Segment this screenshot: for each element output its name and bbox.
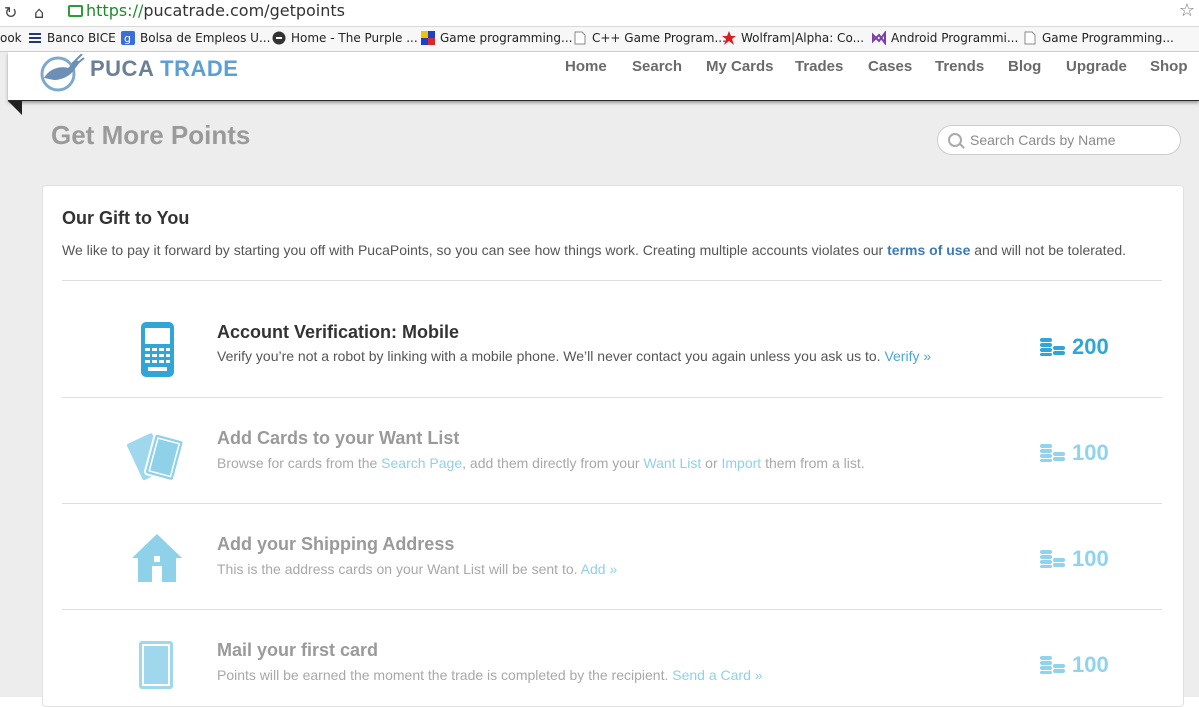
bookmark-item[interactable]: ook [0, 31, 22, 45]
bookmark-item[interactable]: Game Programming... [1023, 31, 1174, 45]
row-description: Points will be earned the moment the tra… [217, 667, 763, 683]
coins-icon [1040, 444, 1065, 462]
divider [62, 397, 1162, 398]
bookmark-item[interactable]: Home - The Purple ... [272, 31, 418, 45]
row-description: This is the address cards on your Want L… [217, 561, 618, 577]
cards-icon [125, 431, 185, 483]
row-description: Browse for cards from the Search Page, a… [217, 455, 865, 471]
nav-search[interactable]: Search [632, 58, 682, 75]
nav-cases[interactable]: Cases [868, 58, 912, 75]
row-title: Account Verification: Mobile [217, 322, 460, 342]
bookmark-item[interactable]: Banco BICE [28, 31, 116, 45]
page-title: Get More Points [51, 120, 251, 150]
nav-my-cards[interactable]: My Cards [706, 58, 774, 75]
verify-link[interactable]: Verify » [884, 348, 931, 364]
bookmarks-bar: ook Banco BICE g Bolsa de Empleos U... Ho… [0, 27, 1199, 52]
vs-icon [872, 31, 886, 45]
row-title: Add your Shipping Address [217, 534, 455, 554]
bookmark-item[interactable]: C++ Game Program... [573, 31, 726, 45]
gift-description: We like to pay it forward by starting yo… [62, 242, 1127, 258]
nav-shop[interactable]: Shop [1150, 58, 1188, 75]
flag-icon [421, 31, 435, 45]
reload-icon[interactable]: ↻ [4, 3, 17, 22]
divider [62, 280, 1162, 281]
coins-icon [1040, 550, 1065, 568]
row-description: Verify you’re not a robot by linking wit… [217, 348, 932, 364]
send-card-link[interactable]: Send a Card » [672, 667, 762, 683]
card-icon [139, 641, 173, 689]
divider [62, 609, 1162, 610]
header-fold [8, 101, 22, 115]
gift-title: Our Gift to You [62, 208, 190, 228]
add-address-link[interactable]: Add » [581, 561, 618, 577]
points-value: 100 [1040, 546, 1109, 572]
bookmark-item[interactable]: Android Programmi... [872, 31, 1018, 45]
gazelle-logo-icon[interactable] [36, 54, 86, 92]
terms-of-use-link[interactable]: terms of use [887, 242, 970, 258]
row-title: Add Cards to your Want List [217, 428, 460, 448]
bookmark-item[interactable]: Wolfram|Alpha: Co... [722, 31, 864, 45]
site-logo[interactable]: PUCA TRADE [90, 56, 238, 82]
mobile-phone-icon [141, 322, 174, 377]
row-title: Mail your first card [217, 640, 379, 660]
house-icon [132, 534, 182, 582]
bookmark-item[interactable]: g Bolsa de Empleos U... [121, 31, 270, 45]
address-bar: ↻ ⌂ https://pucatrade.com/getpoints ☆ [0, 0, 1199, 27]
gift-panel [42, 185, 1184, 707]
nav-upgrade[interactable]: Upgrade [1066, 58, 1127, 75]
bookmark-item[interactable]: Game programming... [421, 31, 572, 45]
coins-icon [1040, 656, 1065, 674]
divider [62, 503, 1162, 504]
home-icon[interactable]: ⌂ [34, 3, 44, 22]
import-link[interactable]: Import [722, 455, 762, 471]
nav-trends[interactable]: Trends [935, 58, 984, 75]
points-value: 100 [1040, 652, 1109, 678]
url-field[interactable]: https://pucatrade.com/getpoints [86, 1, 345, 20]
want-list-link[interactable]: Want List [643, 455, 701, 471]
nav-trades[interactable]: Trades [795, 58, 843, 75]
points-value: 100 [1040, 440, 1109, 466]
page-icon [574, 31, 586, 45]
nav-blog[interactable]: Blog [1008, 58, 1041, 75]
points-value: 200 [1040, 334, 1109, 360]
circle-icon [272, 31, 286, 45]
page-icon [1024, 31, 1036, 45]
nav-home[interactable]: Home [565, 58, 607, 75]
svg-text:g: g [124, 32, 131, 45]
coins-icon [1040, 338, 1065, 356]
search-input[interactable] [968, 131, 1172, 149]
search-box [937, 125, 1181, 155]
lock-icon [68, 5, 83, 17]
search-icon [948, 133, 962, 147]
search-page-link[interactable]: Search Page [381, 455, 462, 471]
bars-icon [29, 33, 41, 43]
google-icon: g [121, 31, 135, 45]
star-burst-icon [722, 31, 736, 45]
bookmark-star-icon[interactable]: ☆ [1179, 0, 1195, 21]
